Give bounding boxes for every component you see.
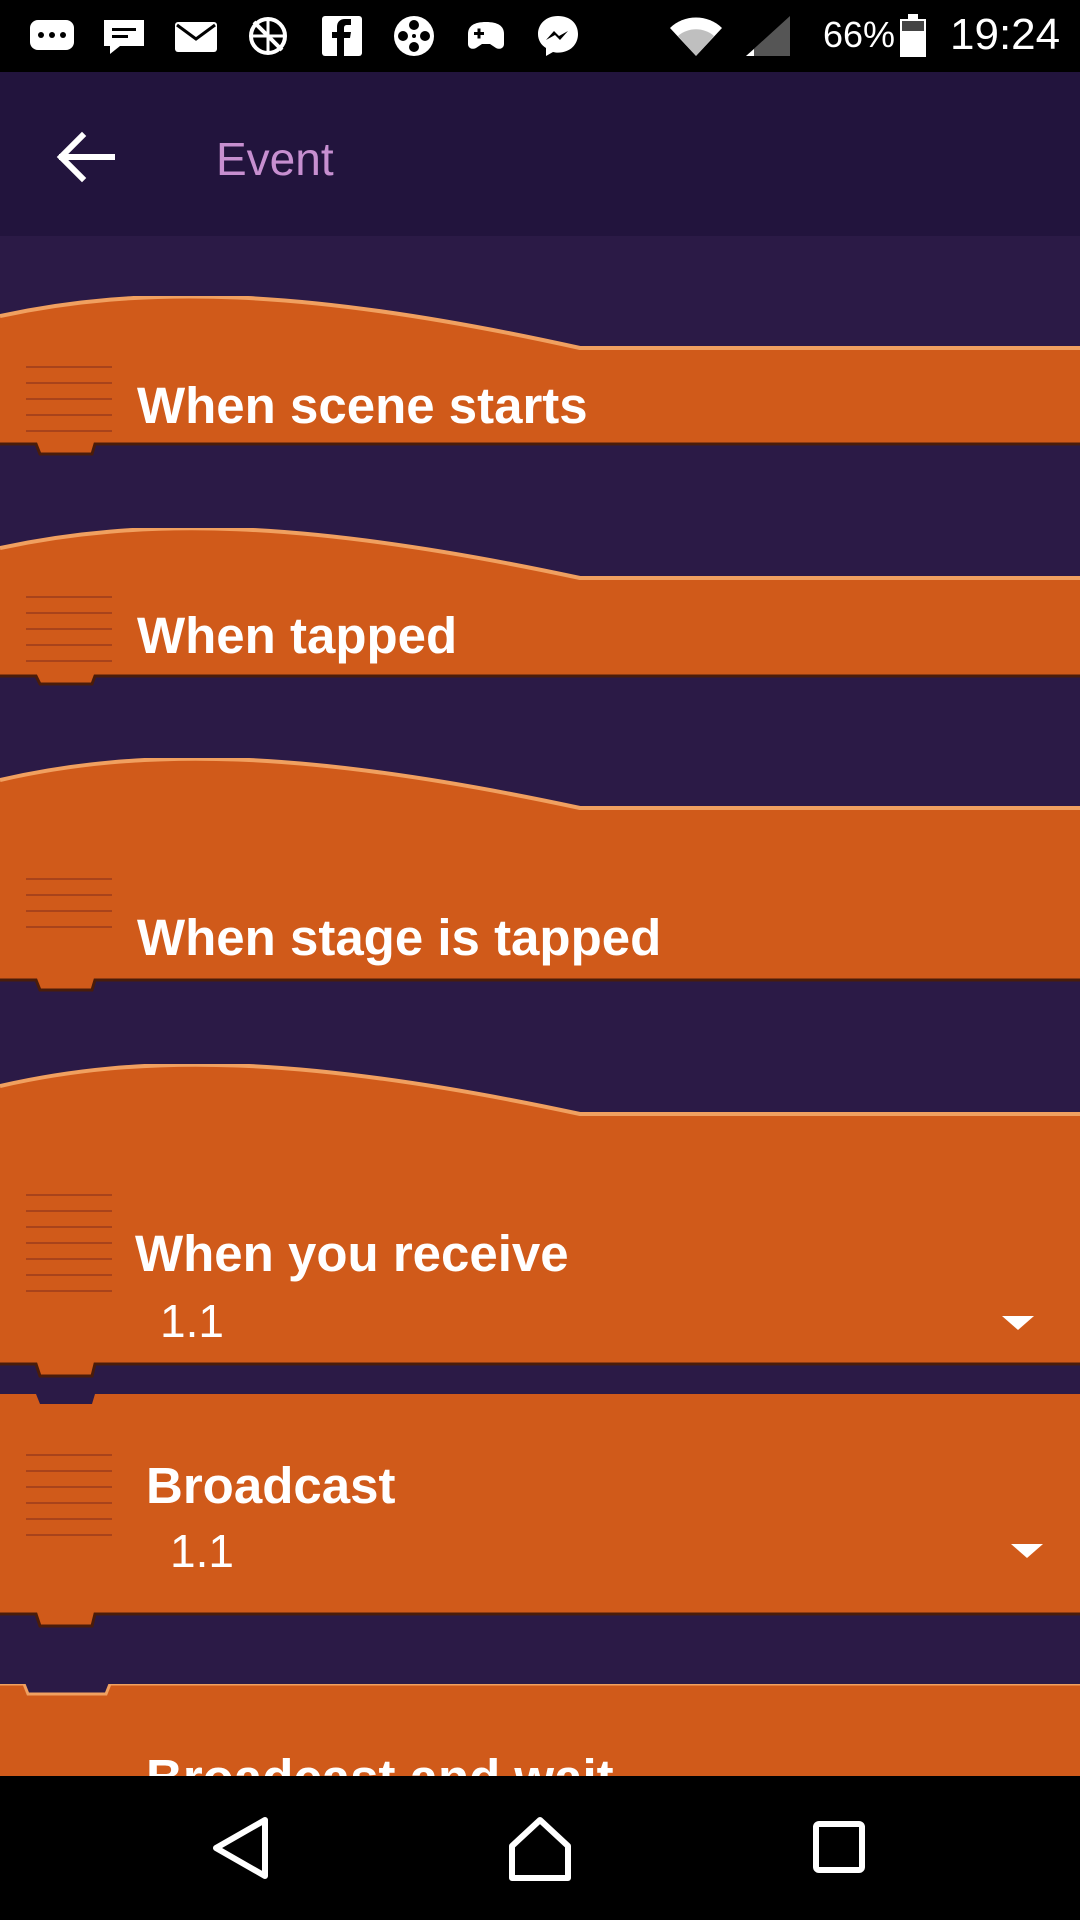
signal-icon [746, 16, 790, 56]
drag-handle-icon[interactable] [26, 1194, 112, 1306]
brick-label: When you receive [135, 1225, 569, 1282]
clock: 19:24 [950, 10, 1061, 59]
dropdown-value: 1.1 [160, 1295, 224, 1347]
battery-icon [900, 14, 926, 57]
no-data-icon [249, 17, 287, 55]
drag-handle-icon[interactable] [26, 596, 112, 676]
brick-shape [0, 1394, 1080, 1628]
dropdown-arrow-icon[interactable] [1011, 1544, 1043, 1558]
message-icon [104, 20, 144, 54]
home-icon[interactable] [470, 1776, 610, 1920]
back-triangle-icon[interactable] [170, 1776, 310, 1920]
drag-handle-icon[interactable] [26, 366, 112, 446]
facebook-icon [322, 16, 362, 56]
drag-handle-icon[interactable] [26, 1454, 112, 1550]
brick-label: When scene starts [137, 377, 588, 434]
battery-percent: 66% [823, 14, 896, 55]
wifi-icon [670, 17, 722, 56]
hat-brick-shape [0, 758, 1080, 992]
recents-square-icon[interactable] [770, 1776, 910, 1920]
chat-bubble-icon [30, 20, 74, 50]
mail-icon [175, 22, 217, 52]
navigation-bar [0, 1776, 1080, 1920]
brick-when-stage-is-tapped[interactable]: When stage is tapped [0, 758, 1080, 1008]
brick-label: Broadcast [146, 1457, 396, 1514]
brick-broadcast-and-wait[interactable]: Broadcast and wait [0, 1684, 1080, 1776]
dropdown-value: 1.1 [170, 1525, 234, 1577]
status-bar: 66% 19:24 [0, 0, 1080, 72]
brick-list: When scene starts When tapped When stage… [0, 236, 1080, 1776]
game-controller-icon [468, 22, 504, 49]
app-bar: Event [0, 72, 1080, 236]
brick-label: When tapped [137, 607, 458, 664]
back-arrow-icon[interactable] [50, 122, 120, 192]
brick-when-tapped[interactable]: When tapped [0, 528, 1080, 708]
brick-label: Broadcast and wait [146, 1748, 614, 1776]
brick-broadcast[interactable]: Broadcast 1.1 [0, 1394, 1080, 1654]
messenger-icon [538, 16, 578, 56]
drag-handle-icon[interactable] [26, 878, 112, 942]
page-title: Event [216, 133, 334, 185]
dropdown-arrow-icon[interactable] [1002, 1316, 1034, 1330]
film-reel-icon [394, 16, 434, 56]
brick-label: When stage is tapped [137, 909, 662, 966]
brick-when-scene-starts[interactable]: When scene starts [0, 296, 1080, 476]
brick-when-you-receive[interactable]: When you receive 1.1 [0, 1064, 1080, 1394]
